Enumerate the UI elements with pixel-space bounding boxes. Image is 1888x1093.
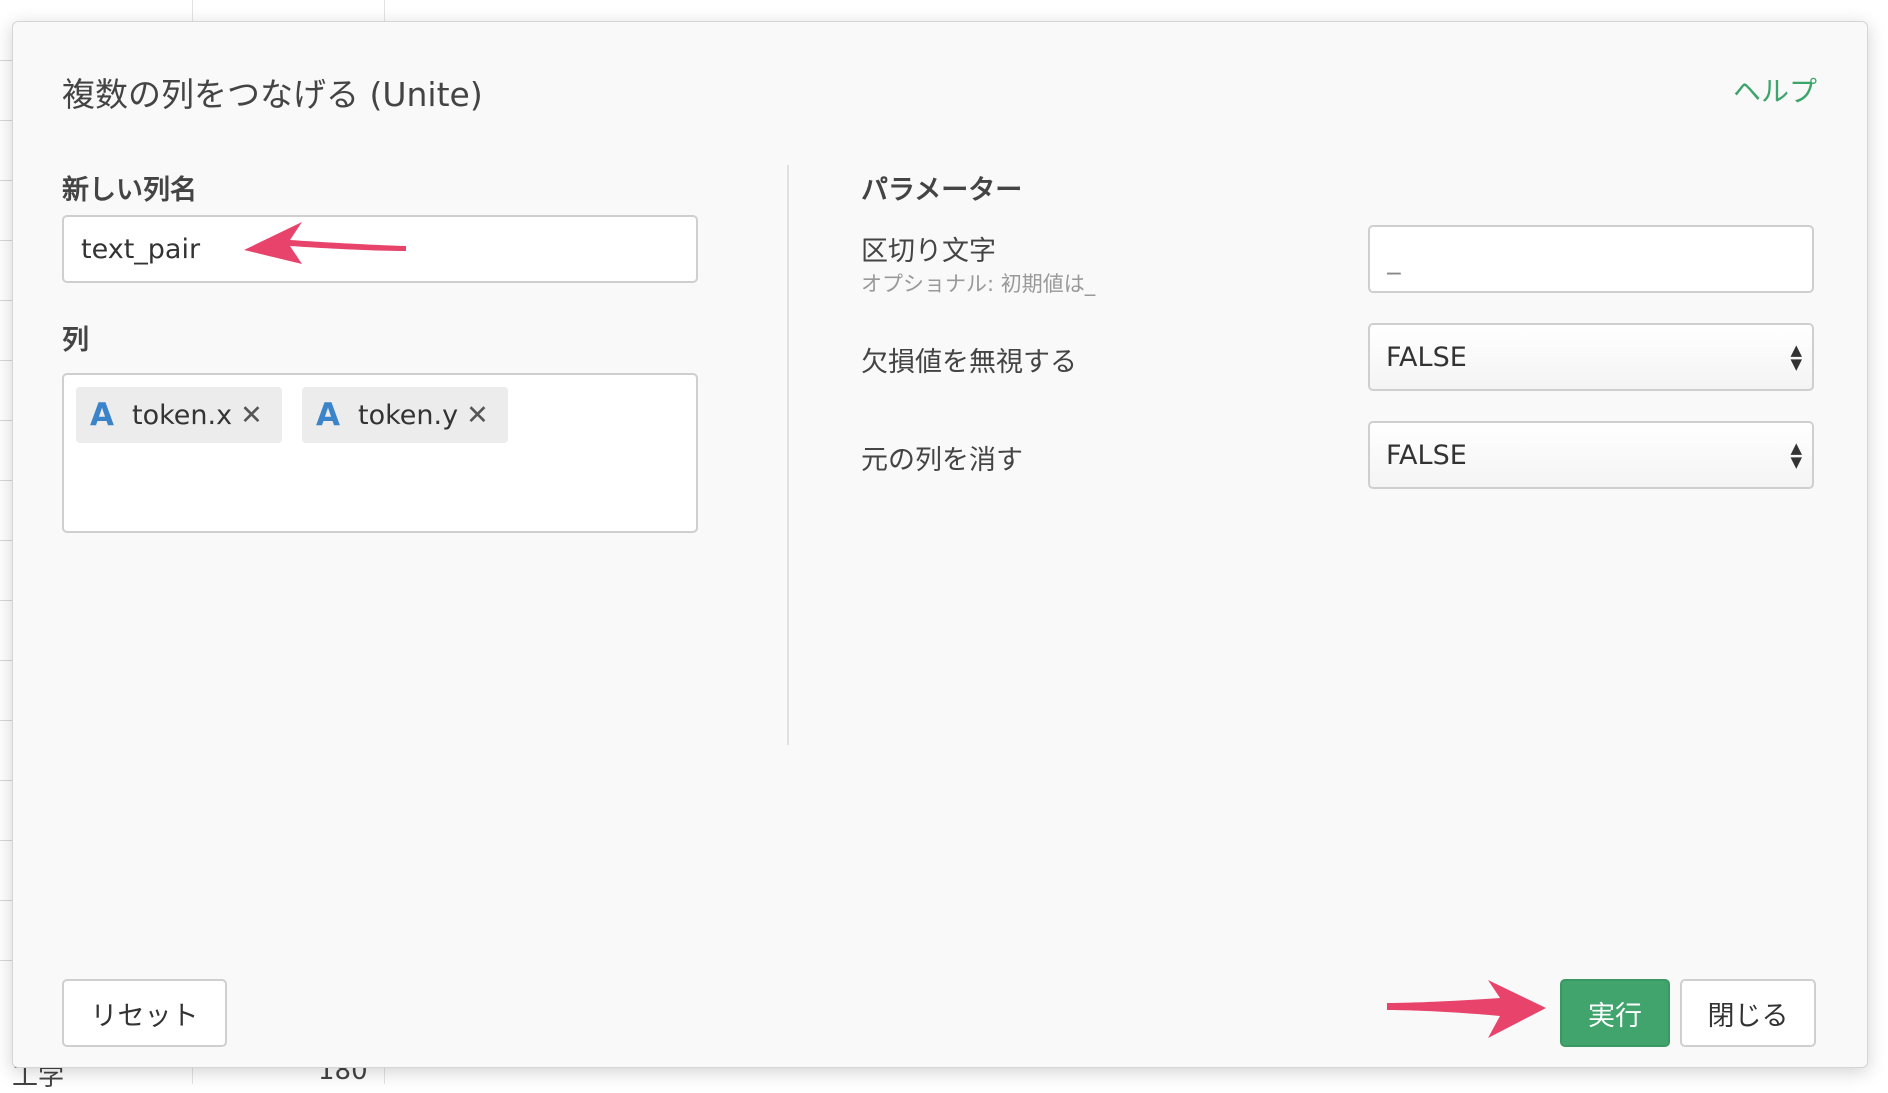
annotation-arrow-icon bbox=[1387, 980, 1546, 1038]
annotation-arrow-icon bbox=[244, 222, 406, 264]
arrow-to-run-button bbox=[1387, 980, 1546, 1038]
annotation-arrows bbox=[244, 222, 1546, 1038]
arrow-to-new-column-input bbox=[244, 222, 406, 264]
